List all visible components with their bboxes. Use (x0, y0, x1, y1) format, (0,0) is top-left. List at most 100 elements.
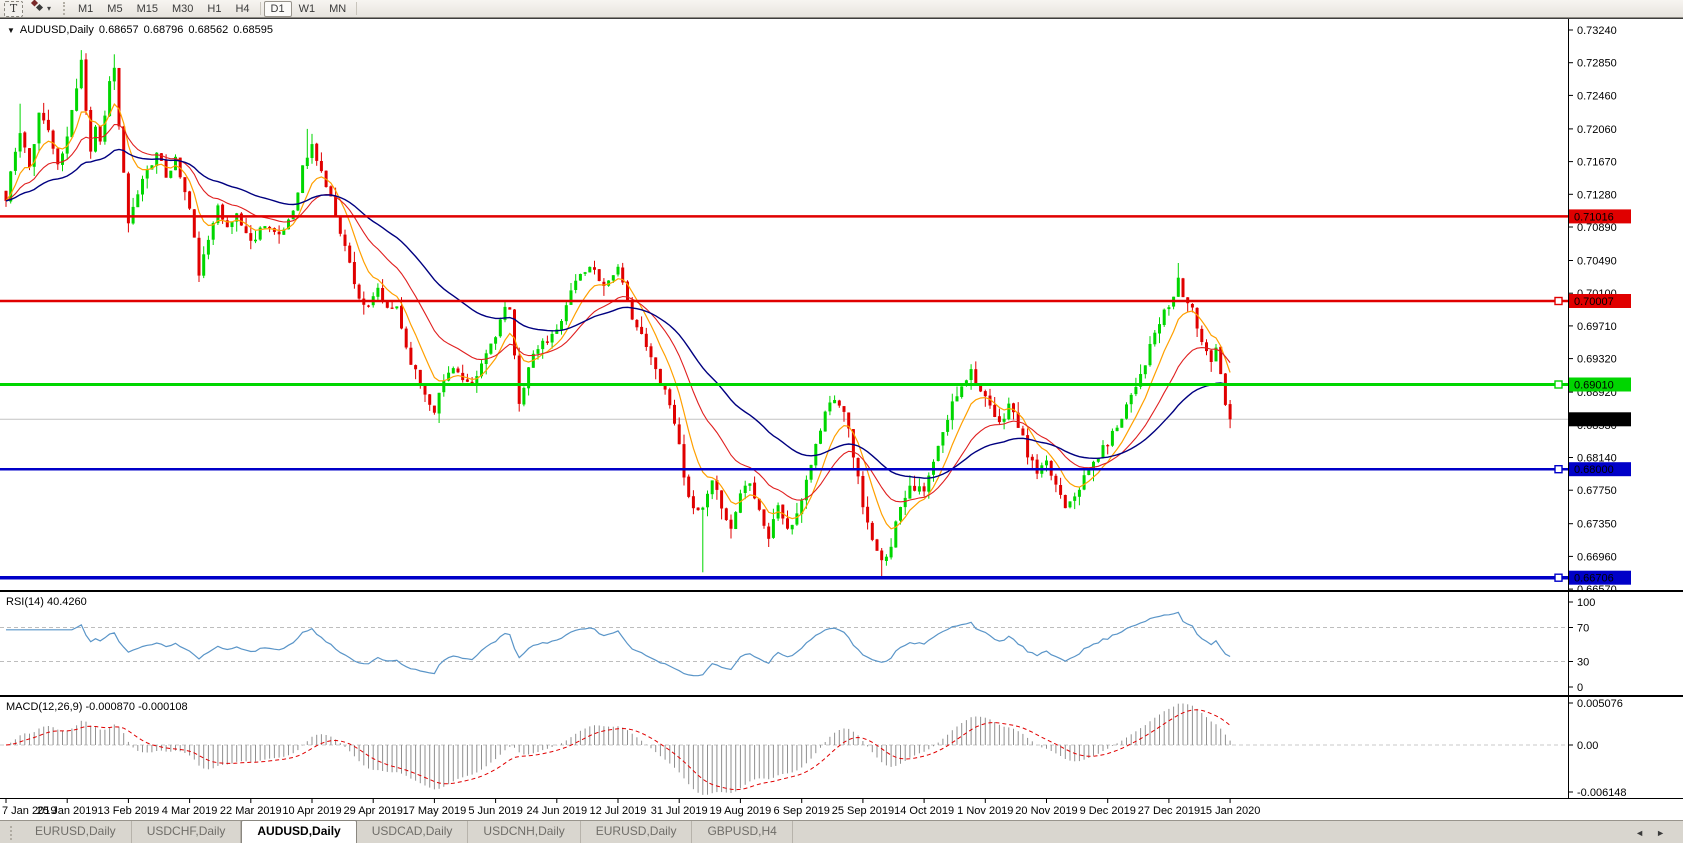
timeframe-button-H4[interactable]: H4 (228, 1, 256, 17)
ohlc-high: 0.68796 (144, 24, 184, 36)
rsi-line (6, 612, 1230, 675)
chart-title: ▼ AUDUSD,Daily 0.68657 0.68796 0.68562 0… (7, 24, 273, 36)
arrows-tool-icon (29, 0, 45, 18)
text-tool-button[interactable]: T (4, 1, 23, 17)
ohlc-open: 0.68657 (99, 24, 139, 36)
price-tick-label: 0.69320 (1577, 354, 1617, 366)
chart-tabs: EURUSD,DailyUSDCHF,DailyAUDUSD,DailyUSDC… (20, 820, 793, 843)
price-tick-label: 0.73240 (1577, 25, 1617, 37)
hline-price-chip: 0.70007 (1574, 296, 1614, 308)
tab-usdcnh-daily-4[interactable]: USDCNH,Daily (468, 821, 580, 843)
timeframe-button-H1[interactable]: H1 (200, 1, 228, 17)
date-tick-label: 31 Jul 2019 (651, 805, 708, 817)
date-tick-label: 29 Apr 2019 (344, 805, 403, 817)
timeframe-button-M5[interactable]: M5 (100, 1, 129, 17)
rsi-tick-label: 70 (1577, 623, 1589, 635)
hline-price-chip: 0.71016 (1574, 211, 1614, 223)
price-tick-label: 0.70490 (1577, 256, 1617, 268)
price-tick-label: 0.70890 (1577, 222, 1617, 234)
macd-pane[interactable]: MACD(12,26,9) -0.000870 -0.000108 0.0050… (0, 697, 1683, 799)
toolbar-separator (260, 2, 261, 15)
hline-anchor-resistance-0.70007[interactable] (1555, 298, 1562, 305)
collapse-triangle-icon[interactable]: ▼ (7, 26, 15, 35)
timeframe-button-MN[interactable]: MN (322, 1, 353, 17)
date-tick-label: 6 Sep 2019 (774, 805, 830, 817)
price-tick-label: 0.69710 (1577, 321, 1617, 333)
rsi-pane[interactable]: RSI(14) 40.4260 100 70 30 0 (0, 592, 1683, 697)
timeframe-button-M15[interactable]: M15 (130, 1, 165, 17)
date-tick-label: 27 Dec 2019 (1138, 805, 1200, 817)
macd-tick-label: 0.005076 (1577, 698, 1623, 710)
timeframe-toolbar: M1M5M15M30H1H4 D1W1MN (71, 1, 360, 17)
tab-scroll-right-icon[interactable]: ► (1656, 828, 1665, 838)
rsi-tick-label: 30 (1577, 657, 1589, 669)
trading-terminal-window: T ▾ M1M5M15M30H1H4 D1W1MN ▼ AUDUSD,Daily … (0, 0, 1683, 843)
current-price-chip: 0.68595 (1574, 414, 1614, 426)
chart-tab-bar: EURUSD,DailyUSDCHF,DailyAUDUSD,DailyUSDC… (0, 820, 1683, 843)
rsi-tick-label: 100 (1577, 597, 1595, 609)
date-tick-label: 10 Apr 2019 (282, 805, 341, 817)
rsi-label: RSI(14) 40.4260 (6, 596, 87, 608)
candlestick-chart[interactable]: 0.73240 0.72850 0.72460 0.72060 0.71670 0.712… (0, 19, 1683, 591)
tab-scroll-controls: ◄ ► (1635, 828, 1683, 843)
timeframe-button-D1[interactable]: D1 (264, 1, 292, 17)
rsi-chart[interactable]: 100 70 30 0 (0, 592, 1683, 695)
hline-anchor-support-0.68000[interactable] (1555, 466, 1562, 473)
tab-usdcad-daily-3[interactable]: USDCAD,Daily (357, 821, 469, 843)
tab-bar-grip (10, 826, 12, 840)
chart-symbol-label: AUDUSD,Daily (20, 24, 94, 36)
date-tick-label: 15 Jan 2020 (1200, 805, 1261, 817)
price-tick-label: 0.72460 (1577, 90, 1617, 102)
date-tick-label: 12 Jul 2019 (590, 805, 647, 817)
timeframe-button-W1[interactable]: W1 (292, 1, 323, 17)
date-tick-label: 1 Nov 2019 (957, 805, 1013, 817)
date-tick-label: 9 Dec 2019 (1080, 805, 1136, 817)
timeframe-button-M30[interactable]: M30 (165, 1, 200, 17)
rsi-tick-label: 0 (1577, 682, 1583, 694)
date-tick-label: 22 Mar 2019 (220, 805, 282, 817)
main-chart-area[interactable]: ▼ AUDUSD,Daily 0.68657 0.68796 0.68562 0… (0, 18, 1683, 592)
macd-tick-label: -0.006148 (1577, 787, 1627, 798)
chevron-down-icon[interactable]: ▾ (47, 4, 51, 13)
macd-label: MACD(12,26,9) -0.000870 -0.000108 (6, 701, 188, 713)
price-tick-label: 0.72850 (1577, 58, 1617, 70)
date-tick-label: 19 Aug 2019 (710, 805, 772, 817)
date-tick-label: 24 Jun 2019 (527, 805, 588, 817)
hline-anchor-support-0.69010[interactable] (1555, 381, 1562, 388)
date-tick-label: 5 Jun 2019 (468, 805, 522, 817)
tab-usdchf-daily-1[interactable]: USDCHF,Daily (132, 821, 242, 843)
toolbar-separator (356, 2, 357, 15)
date-tick-label: 13 Feb 2019 (98, 805, 160, 817)
macd-tick-label: 0.00 (1577, 740, 1598, 752)
date-axis[interactable]: 7 Jan 201925 Jan 201913 Feb 20194 Mar 20… (0, 799, 1683, 820)
tab-gbpusd-h4-6[interactable]: GBPUSD,H4 (692, 821, 792, 843)
tab-eurusd-daily-5[interactable]: EURUSD,Daily (581, 821, 693, 843)
price-tick-label: 0.66960 (1577, 551, 1617, 563)
date-tick-label: 17 May 2019 (403, 805, 467, 817)
date-tick-label: 14 Oct 2019 (894, 805, 954, 817)
price-tick-label: 0.71670 (1577, 157, 1617, 169)
hline-price-chip: 0.66706 (1574, 573, 1614, 585)
date-tick-label: 25 Sep 2019 (832, 805, 894, 817)
price-tick-label: 0.67350 (1577, 519, 1617, 531)
arrows-tool-button[interactable]: ▾ (29, 0, 55, 18)
price-tick-label: 0.71280 (1577, 189, 1617, 201)
timeframe-button-M1[interactable]: M1 (71, 1, 100, 17)
ohlc-low: 0.68562 (188, 24, 228, 36)
toolbar-grip[interactable] (63, 2, 65, 15)
price-tick-label: 0.72060 (1577, 124, 1617, 136)
hline-price-chip: 0.68000 (1574, 464, 1614, 476)
price-tick-label: 0.66570 (1577, 584, 1617, 591)
ohlc-close: 0.68595 (233, 24, 273, 36)
tab-eurusd-daily-0[interactable]: EURUSD,Daily (20, 821, 132, 843)
toolbar: T ▾ M1M5M15M30H1H4 D1W1MN (0, 0, 1683, 18)
hline-anchor-support-0.66706[interactable] (1555, 574, 1562, 581)
tab-audusd-daily-2[interactable]: AUDUSD,Daily (241, 820, 356, 843)
date-tick-label: 25 Jan 2019 (37, 805, 98, 817)
price-tick-label: 0.67750 (1577, 485, 1617, 497)
tab-scroll-left-icon[interactable]: ◄ (1635, 828, 1644, 838)
hline-price-chip: 0.69010 (1574, 380, 1614, 392)
date-tick-label: 20 Nov 2019 (1015, 805, 1077, 817)
date-tick-label: 4 Mar 2019 (162, 805, 218, 817)
macd-chart[interactable]: 0.005076 0.00 -0.006148 (0, 697, 1683, 798)
